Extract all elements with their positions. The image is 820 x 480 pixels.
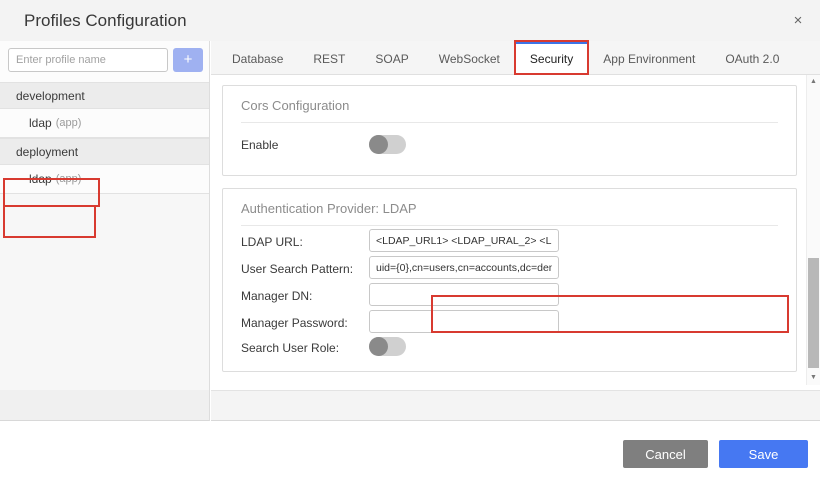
annotation-box-ldap-item — [3, 205, 96, 238]
profile-name-input[interactable] — [8, 48, 168, 72]
sidebar-item-ldap-deployment[interactable]: ldap (app) — [0, 165, 209, 194]
content-bottom-band — [211, 390, 820, 421]
manager-dn-input[interactable] — [369, 283, 559, 306]
cancel-button[interactable]: Cancel — [623, 440, 708, 468]
cors-enable-toggle[interactable] — [369, 135, 406, 154]
scroll-down-icon[interactable]: ▼ — [807, 372, 820, 384]
ldap-provider-card: Authentication Provider: LDAP LDAP URL: … — [222, 188, 797, 372]
security-tab-panel: Cors Configuration Enable Authentication… — [211, 75, 806, 390]
user-search-pattern-label: User Search Pattern: — [241, 262, 353, 276]
sidebar-item-development[interactable]: development — [0, 82, 209, 109]
manager-dn-label: Manager DN: — [241, 289, 312, 303]
dialog-header: Profiles Configuration × — [0, 0, 820, 41]
tab-websocket[interactable]: WebSocket — [424, 41, 515, 74]
add-profile-button[interactable]: + — [173, 48, 203, 72]
ldap-section-title: Authentication Provider: LDAP — [241, 201, 417, 216]
manager-password-label: Manager Password: — [241, 316, 348, 330]
tab-rest[interactable]: REST — [298, 41, 360, 74]
content-scrollbar[interactable]: ▲ ▼ — [806, 75, 820, 385]
settings-tabbar: Database REST SOAP WebSocket Security Ap… — [211, 41, 820, 75]
scrollbar-thumb[interactable] — [808, 258, 819, 368]
profiles-configuration-dialog: Profiles Configuration × + development l… — [0, 0, 820, 480]
cors-configuration-card: Cors Configuration Enable — [222, 85, 797, 176]
profiles-list: development ldap (app) deployment ldap (… — [0, 82, 209, 194]
divider — [241, 122, 778, 123]
toggle-knob — [369, 135, 388, 154]
toggle-knob — [369, 337, 388, 356]
profile-label: development — [16, 89, 85, 103]
user-search-pattern-input[interactable] — [369, 256, 559, 279]
profile-label: ldap — [29, 172, 52, 186]
dialog-footer: Cancel Save — [0, 421, 820, 480]
tab-app-environment[interactable]: App Environment — [588, 41, 710, 74]
tab-oauth[interactable]: OAuth 2.0 — [710, 41, 794, 74]
cors-enable-label: Enable — [241, 138, 278, 152]
ldap-url-input[interactable] — [369, 229, 559, 252]
profile-create-bar: + — [0, 41, 209, 82]
tab-security[interactable]: Security — [515, 41, 588, 74]
profile-label: deployment — [16, 145, 78, 159]
sidebar-item-deployment[interactable]: deployment — [0, 138, 209, 165]
save-button[interactable]: Save — [719, 440, 808, 468]
tab-database[interactable]: Database — [217, 41, 298, 74]
close-icon[interactable]: × — [786, 9, 810, 33]
profiles-sidebar: + development ldap (app) deployment ldap… — [0, 41, 210, 390]
ldap-url-label: LDAP URL: — [241, 235, 303, 249]
profile-type-suffix: (app) — [56, 173, 82, 185]
sidebar-item-ldap-development[interactable]: ldap (app) — [0, 109, 209, 138]
scroll-up-icon[interactable]: ▲ — [807, 76, 820, 88]
profile-type-suffix: (app) — [56, 117, 82, 129]
profile-label: ldap — [29, 116, 52, 130]
divider — [241, 225, 778, 226]
dialog-title: Profiles Configuration — [24, 0, 187, 41]
cors-section-title: Cors Configuration — [241, 98, 349, 113]
tab-soap[interactable]: SOAP — [360, 41, 423, 74]
search-user-role-toggle[interactable] — [369, 337, 406, 356]
manager-password-input[interactable] — [369, 310, 559, 333]
sidebar-bottom-band — [0, 390, 210, 421]
search-user-role-label: Search User Role: — [241, 341, 339, 355]
